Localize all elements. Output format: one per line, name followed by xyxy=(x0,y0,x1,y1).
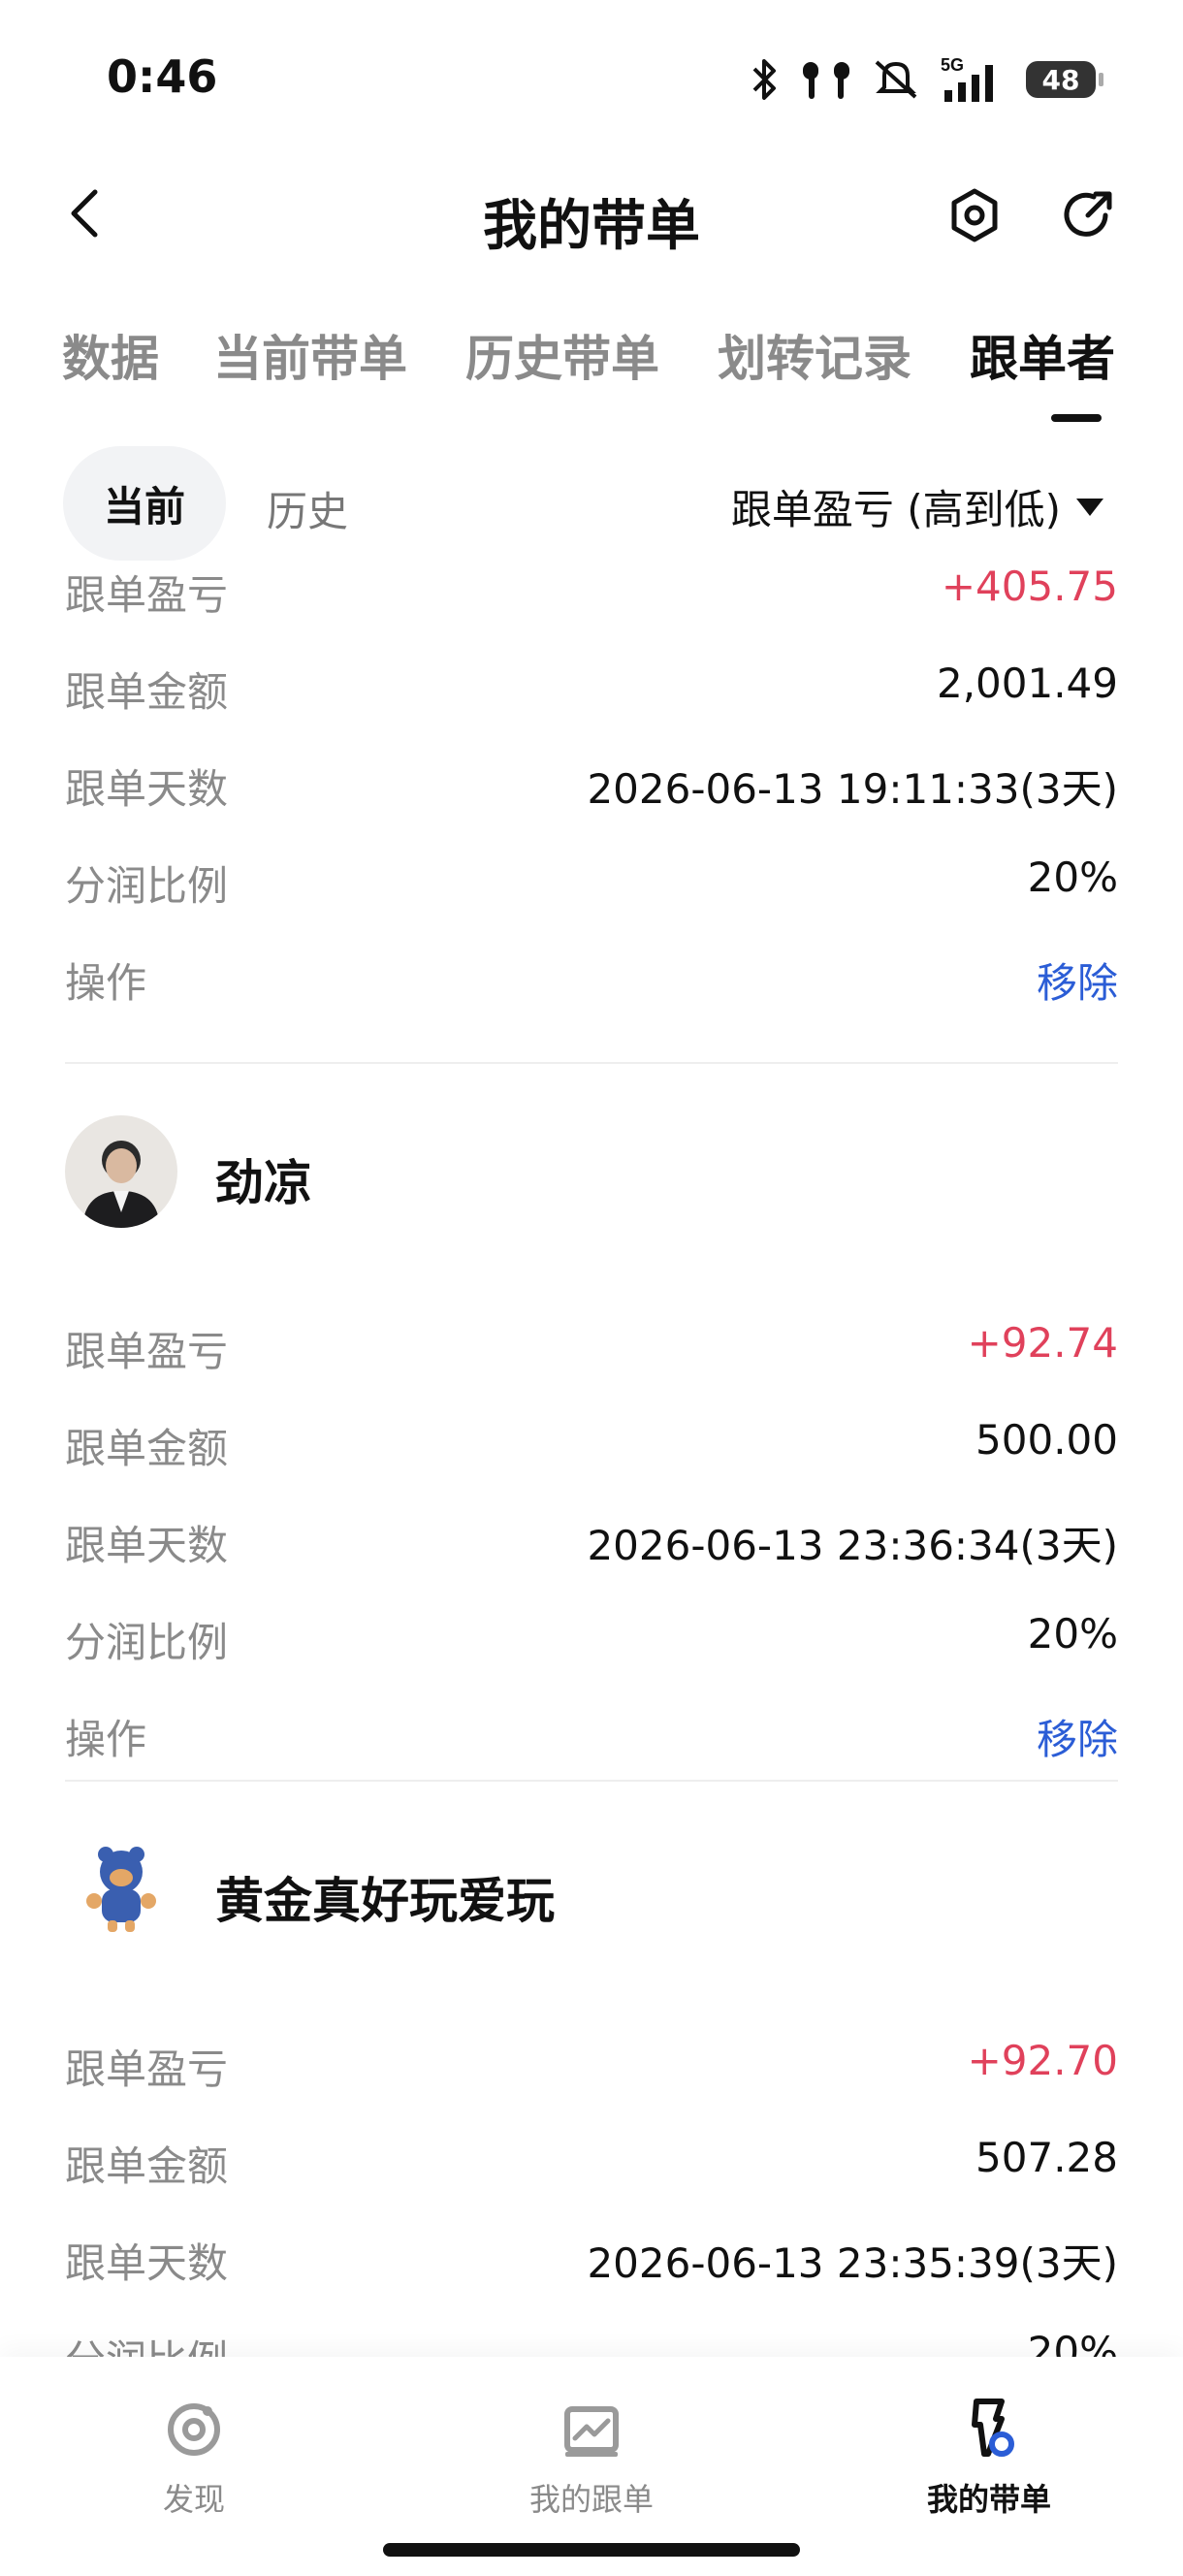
pnl-label: 跟单盈亏 xyxy=(65,2045,229,2093)
share-value: 20% xyxy=(1027,2328,1118,2357)
discover-icon xyxy=(168,2403,220,2456)
amount-value: 507.28 xyxy=(975,2134,1118,2181)
active-tab-indicator xyxy=(1051,414,1102,422)
pnl-row: 跟单盈亏 +92.70 xyxy=(65,2037,1118,2095)
dropdown-arrow-icon xyxy=(1076,498,1103,516)
mute-icon xyxy=(875,60,917,99)
subtab-history[interactable]: 历史 xyxy=(267,479,348,538)
subtab-current[interactable]: 当前 xyxy=(63,446,226,561)
divider xyxy=(65,1062,1118,1064)
home-indicator xyxy=(383,2543,800,2557)
days-row: 跟单天数 2026-06-13 23:36:34(3天) xyxy=(65,1513,1118,1571)
amount-label: 跟单金额 xyxy=(65,668,229,716)
days-label: 跟单天数 xyxy=(65,2239,229,2287)
battery-indicator: 48 xyxy=(1026,61,1103,98)
action-label: 操作 xyxy=(65,1716,147,1763)
share-row: 分润比例 20% xyxy=(65,2328,1118,2357)
status-bar: 0:46 5G 48 xyxy=(0,0,1183,165)
tab-bar: 数据 当前带单 历史带单 划转记录 跟单者 xyxy=(0,310,1183,427)
follower-header: 黄金真好玩爱玩 xyxy=(65,1833,1118,1949)
bottom-nav-label: 我的带单 xyxy=(926,2481,1051,2518)
follower-list[interactable]: 跟单盈亏 +405.75 跟单金额 2,001.49 跟单天数 2026-06-… xyxy=(0,563,1183,2357)
pnl-value: +92.70 xyxy=(967,2037,1118,2084)
pnl-row: 跟单盈亏 +92.74 xyxy=(65,1319,1118,1377)
share-label: 分润比例 xyxy=(65,1619,229,1666)
tab-data[interactable]: 数据 xyxy=(62,320,159,390)
share-label: 分润比例 xyxy=(65,862,229,910)
amount-value: 500.00 xyxy=(975,1416,1118,1464)
sort-dropdown[interactable]: 跟单盈亏 (高到低) xyxy=(731,477,1103,536)
bottom-nav-discover[interactable]: 发现 xyxy=(78,2396,310,2531)
share-row: 分润比例 20% xyxy=(65,1610,1118,1668)
tab-transfer-records[interactable]: 划转记录 xyxy=(718,320,911,390)
follower-name: 黄金真好玩爱玩 xyxy=(215,1873,555,1929)
share-row: 分润比例 20% xyxy=(65,853,1118,912)
avatar xyxy=(65,1115,177,1228)
amount-value: 2,001.49 xyxy=(936,660,1118,707)
amount-label: 跟单金额 xyxy=(65,1425,229,1472)
status-time: 0:46 xyxy=(107,50,218,103)
status-icons: 5G 48 xyxy=(751,50,1103,109)
remove-button[interactable]: 移除 xyxy=(1037,1707,1118,1766)
days-value: 2026-06-13 23:36:34(3天) xyxy=(587,1522,1118,1569)
follower-header: 劲凉 xyxy=(65,1115,1118,1232)
bottom-nav-label: 我的跟单 xyxy=(528,2481,654,2518)
pnl-label: 跟单盈亏 xyxy=(65,1328,229,1375)
pnl-label: 跟单盈亏 xyxy=(65,571,229,619)
follower-name: 劲凉 xyxy=(215,1155,312,1211)
days-value: 2026-06-13 19:11:33(3天) xyxy=(587,765,1118,813)
bottom-nav-label: 发现 xyxy=(162,2481,225,2518)
subtab-bar: 当前 历史 跟单盈亏 (高到低) xyxy=(0,446,1183,563)
tab-history-lead[interactable]: 历史带单 xyxy=(465,320,659,390)
bluetooth-icon xyxy=(752,59,776,100)
share-label: 分润比例 xyxy=(65,2328,228,2357)
settings-icon[interactable] xyxy=(945,186,1004,244)
remove-button[interactable]: 移除 xyxy=(1037,950,1118,1010)
pnl-row: 跟单盈亏 +405.75 xyxy=(65,563,1118,621)
action-row: 操作 移除 xyxy=(65,1707,1118,1765)
battery-level: 48 xyxy=(1041,63,1080,96)
pnl-value: +405.75 xyxy=(941,563,1118,610)
chart-icon xyxy=(564,2406,619,2457)
days-row: 跟单天数 2026-06-13 19:11:33(3天) xyxy=(65,757,1118,815)
amount-row: 跟单金额 2,001.49 xyxy=(65,660,1118,718)
tab-current-lead[interactable]: 当前带单 xyxy=(213,320,407,390)
earbuds-icon xyxy=(803,62,849,99)
days-row: 跟单天数 2026-06-13 23:35:39(3天) xyxy=(65,2231,1118,2289)
avatar xyxy=(65,1833,177,1946)
action-row: 操作 移除 xyxy=(65,950,1118,1009)
share-icon[interactable] xyxy=(1059,186,1117,244)
share-value: 20% xyxy=(1027,853,1118,901)
signal-icon: 5G xyxy=(941,55,993,102)
amount-label: 跟单金额 xyxy=(65,2142,229,2190)
days-label: 跟单天数 xyxy=(65,765,229,813)
nav-bar: 我的带单 xyxy=(0,165,1183,272)
days-label: 跟单天数 xyxy=(65,1522,229,1569)
share-value: 20% xyxy=(1027,1610,1118,1658)
amount-row: 跟单金额 507.28 xyxy=(65,2134,1118,2192)
bottom-nav-my-lead[interactable]: 我的带单 xyxy=(873,2396,1105,2531)
tab-followers[interactable]: 跟单者 xyxy=(970,320,1115,390)
days-value: 2026-06-13 23:35:39(3天) xyxy=(587,2239,1118,2287)
sort-label: 跟单盈亏 (高到低) xyxy=(730,486,1061,533)
bottom-nav-my-follow[interactable]: 我的跟单 xyxy=(475,2396,708,2531)
lead-trade-icon xyxy=(972,2399,1014,2457)
page-title: 我的带单 xyxy=(483,195,700,258)
divider xyxy=(65,1780,1118,1782)
action-label: 操作 xyxy=(65,959,147,1007)
amount-row: 跟单金额 500.00 xyxy=(65,1416,1118,1474)
pnl-value: +92.74 xyxy=(967,1319,1118,1367)
network-label: 5G xyxy=(941,55,964,75)
